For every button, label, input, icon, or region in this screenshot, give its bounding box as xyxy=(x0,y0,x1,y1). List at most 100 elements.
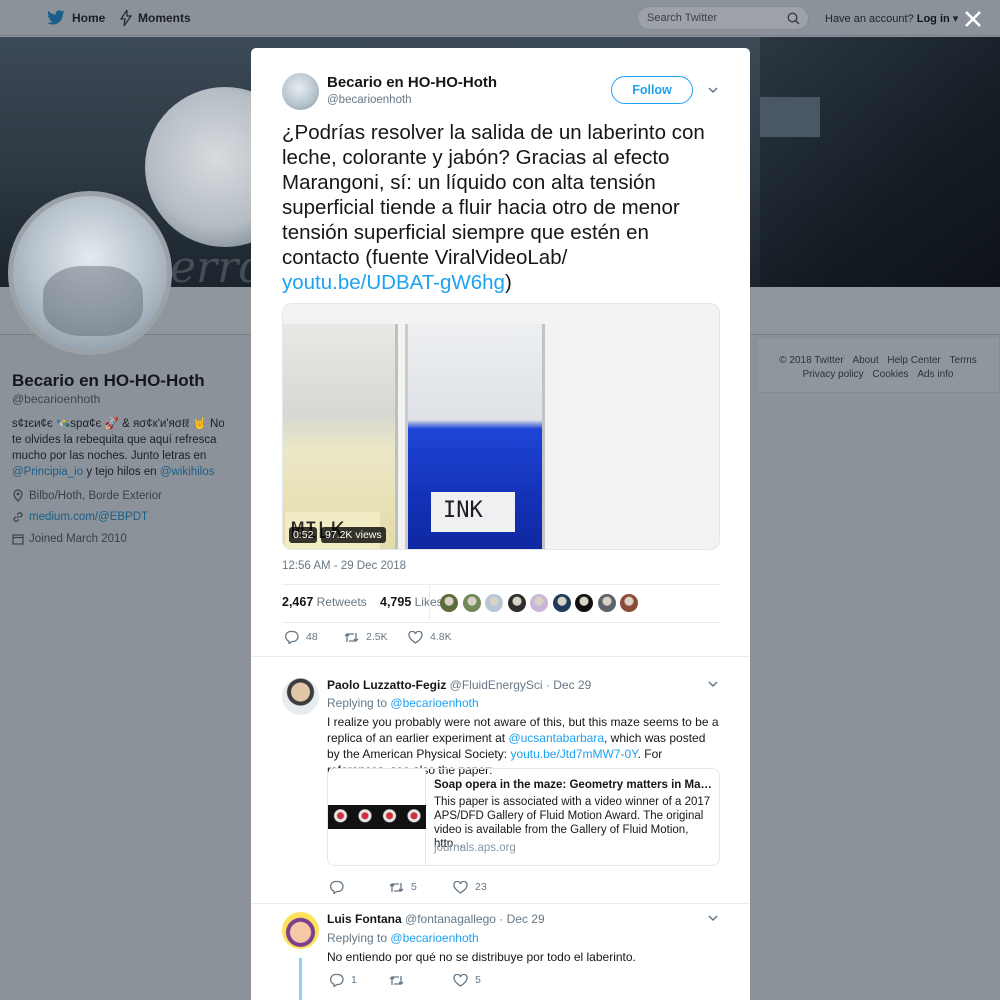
bio-text: s¢ɪєи¢є 🛰️spα¢є 🚀 & яσ¢к'и'яσℓℓ 🤘 No te … xyxy=(12,418,225,462)
liker-avatar[interactable] xyxy=(597,594,616,612)
reply-avatar[interactable] xyxy=(282,678,319,715)
location-pin-icon xyxy=(13,489,23,502)
reply-link-video[interactable]: youtu.be/Jtd7mMW7-0Y xyxy=(510,747,637,761)
website-link[interactable]: medium.com/@EBPDT xyxy=(29,511,148,523)
banner-walker-detail xyxy=(760,97,820,137)
retweet-action[interactable]: 2.5K xyxy=(344,631,408,644)
like-action[interactable]: 5 xyxy=(453,973,481,987)
retweet-action[interactable]: 5 xyxy=(389,881,453,894)
reply-icon xyxy=(284,630,299,644)
retweet-icon xyxy=(389,975,404,985)
liker-avatar[interactable] xyxy=(485,594,503,612)
search-input[interactable]: Search Twitter xyxy=(637,6,809,30)
nav-home[interactable]: Home xyxy=(46,0,105,36)
divider xyxy=(282,584,720,585)
profile-name[interactable]: Becario en HO-HO-Hoth xyxy=(12,371,205,391)
calendar-icon xyxy=(12,534,24,545)
like-count: 23 xyxy=(475,881,487,893)
liker-avatar[interactable] xyxy=(530,594,548,612)
footer-link[interactable]: Cookies xyxy=(872,369,908,380)
card-title: Soap opera in the maze: Geometry matters… xyxy=(434,779,712,791)
replying-to: Replying to @becarioenhoth xyxy=(327,931,479,945)
author-avatar[interactable] xyxy=(282,73,319,110)
author-handle[interactable]: @becarioenhoth xyxy=(327,94,412,106)
reply-date[interactable]: · Dec 29 xyxy=(499,912,544,926)
profile-avatar[interactable] xyxy=(8,191,172,355)
reply-text: No entiendo por qué no se distribuye por… xyxy=(327,950,636,964)
liker-avatar[interactable] xyxy=(462,594,481,612)
liker-avatar[interactable] xyxy=(620,594,638,612)
footer-link[interactable]: Terms xyxy=(950,355,977,366)
reply-action[interactable] xyxy=(329,880,389,894)
liker-avatar[interactable] xyxy=(440,594,458,612)
top-navigation: Home Moments Search Twitter Have an acco… xyxy=(0,0,1000,36)
liker-avatar[interactable] xyxy=(507,594,526,612)
divider xyxy=(251,656,750,657)
retweet-count: 5 xyxy=(411,881,417,893)
link-card[interactable]: Soap opera in the maze: Geometry matters… xyxy=(327,768,720,866)
search-icon[interactable] xyxy=(787,12,800,25)
close-icon[interactable] xyxy=(962,8,984,30)
chevron-down-icon[interactable] xyxy=(706,677,720,691)
stats-separator xyxy=(429,586,430,620)
retweets-count[interactable]: 2,467 xyxy=(282,595,313,609)
liker-avatars xyxy=(440,594,638,612)
tweet-text-end: ) xyxy=(504,271,512,294)
reply-author-handle[interactable]: @FluidEnergySci xyxy=(450,678,543,692)
replying-to-link[interactable]: @becarioenhoth xyxy=(390,696,478,710)
liker-avatar[interactable] xyxy=(575,594,593,612)
chevron-down-icon[interactable] xyxy=(706,911,720,925)
like-action[interactable]: 4.8K xyxy=(408,630,452,644)
chevron-down-icon[interactable] xyxy=(706,83,720,97)
profile-handle[interactable]: @becarioenhoth xyxy=(12,392,100,406)
login-link[interactable]: Log in xyxy=(917,13,950,25)
reply-count: 48 xyxy=(306,631,318,643)
reply-icon xyxy=(329,973,344,987)
bio-link-wikihilos[interactable]: @wikihilos xyxy=(160,466,215,478)
footer-row-1: © 2018 Twitter About Help Center Terms xyxy=(757,354,999,368)
reply-icon xyxy=(329,880,344,894)
retweet-action[interactable] xyxy=(389,974,453,987)
replying-to-link[interactable]: @becarioenhoth xyxy=(390,931,478,945)
footer-link[interactable]: Help Center xyxy=(887,355,940,366)
account-menu[interactable]: Have an account? Log in ▾ xyxy=(825,12,958,25)
reply-link-ucsb[interactable]: @ucsantabarbara xyxy=(508,731,604,745)
follow-button[interactable]: Follow xyxy=(611,76,693,104)
reply-actions: 1 5 xyxy=(329,973,481,987)
nav-moments-label: Moments xyxy=(138,11,191,25)
footer-link[interactable]: About xyxy=(852,355,878,366)
reply-action[interactable]: 48 xyxy=(284,630,344,644)
footer-link[interactable]: Ads info xyxy=(917,369,953,380)
reply-avatar[interactable] xyxy=(282,912,319,949)
replying-label: Replying to xyxy=(327,696,388,710)
author-name[interactable]: Becario en HO-HO-Hoth xyxy=(327,74,497,91)
reply-author-name[interactable]: Paolo Luzzatto-Fegiz xyxy=(327,678,446,692)
reply-date[interactable]: · Dec 29 xyxy=(546,678,591,692)
reply-action[interactable]: 1 xyxy=(329,973,389,987)
liker-avatar[interactable] xyxy=(552,594,571,612)
bio-link-principia[interactable]: @Principia_io xyxy=(12,466,83,478)
video-views: 97.2K views xyxy=(321,527,386,543)
retweets-label[interactable]: Retweets xyxy=(317,595,367,609)
replying-label: Replying to xyxy=(327,931,388,945)
tweet-link[interactable]: youtu.be/UDBAT-gW6hg xyxy=(282,271,505,294)
banner-walker-image xyxy=(760,37,1000,287)
tweet-timestamp[interactable]: 12:56 AM - 29 Dec 2018 xyxy=(282,560,406,572)
location-text: Bilbo/Hoth, Borde Exterior xyxy=(29,489,162,502)
like-action[interactable]: 23 xyxy=(453,880,487,894)
tweet-stats: 2,467 Retweets 4,795 Likes xyxy=(282,595,443,609)
likes-count[interactable]: 4,795 xyxy=(380,595,411,609)
bio-mid-text: y tejo hilos en xyxy=(86,466,157,478)
milk-glass: MILK xyxy=(283,324,398,549)
profile-location: Bilbo/Hoth, Borde Exterior xyxy=(12,489,162,502)
footer-link[interactable]: Privacy policy xyxy=(803,369,864,380)
like-count: 5 xyxy=(475,974,481,986)
footer-link[interactable]: © 2018 Twitter xyxy=(779,355,843,366)
reply-header: Luis Fontana @fontanagallego · Dec 29 xyxy=(327,912,545,926)
caret-down-icon: ▾ xyxy=(952,13,959,25)
reply-author-name[interactable]: Luis Fontana xyxy=(327,912,402,926)
nav-moments[interactable]: Moments xyxy=(120,0,191,36)
tweet-video[interactable]: MILK INK 0:52 97.2K views xyxy=(282,303,720,550)
search-placeholder: Search Twitter xyxy=(647,12,718,24)
reply-author-handle[interactable]: @fontanagallego xyxy=(405,912,496,926)
